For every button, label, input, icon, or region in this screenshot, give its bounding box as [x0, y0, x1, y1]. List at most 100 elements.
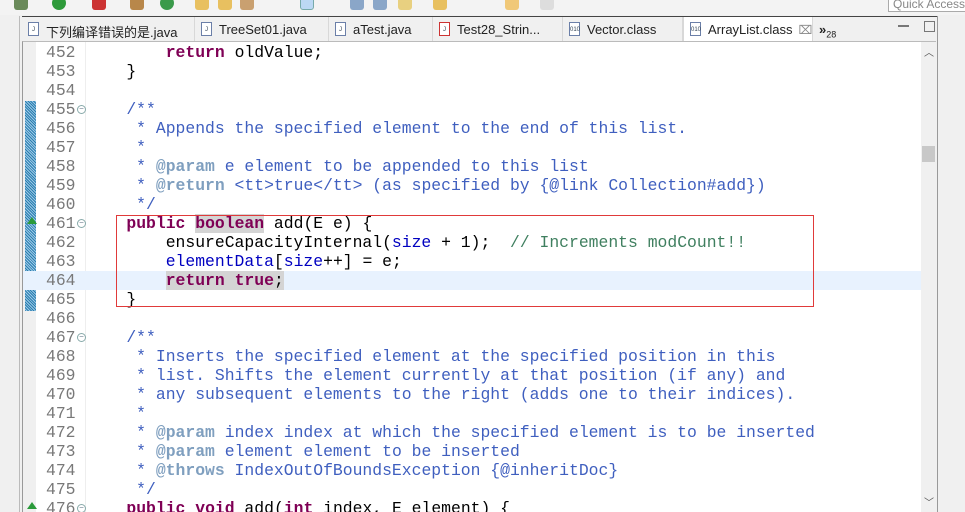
maximize-icon[interactable]: [924, 21, 935, 32]
quick-access-input[interactable]: Quick Access: [888, 0, 965, 12]
tab-atest-java[interactable]: JaTest.java: [329, 17, 433, 42]
code-text: }: [87, 62, 136, 81]
code-token: e element to be appended to this list: [214, 157, 589, 176]
code-text: return oldValue;: [87, 43, 323, 62]
forward-icon[interactable]: [540, 0, 554, 10]
code-line[interactable]: 474 * @throws IndexOutOfBoundsException …: [23, 461, 921, 480]
code-token: index, E element) {: [313, 499, 511, 512]
code-text: * @return <tt>true</tt> (as specified by…: [87, 176, 766, 195]
code-line[interactable]: 454: [23, 81, 921, 100]
line-number: 456: [46, 119, 76, 138]
new-class-icon[interactable]: [160, 0, 174, 10]
code-line[interactable]: 467− /**: [23, 328, 921, 347]
code-token: *: [87, 157, 156, 176]
code-line[interactable]: 466: [23, 309, 921, 328]
minimize-icon[interactable]: [898, 25, 909, 27]
tab-treeset01-java[interactable]: J TreeSet01.java: [195, 17, 329, 42]
override-marker-icon: [27, 217, 37, 224]
tab-label: 下列编译错误的是.java: [46, 25, 178, 40]
line-number: 464: [46, 271, 76, 290]
code-text: * any subsequent elements to the right (…: [87, 385, 795, 404]
code-line[interactable]: 459 * @return <tt>true</tt> (as specifie…: [23, 176, 921, 195]
code-token: * list. Shifts the element currently at …: [87, 366, 786, 385]
code-token: * Appends the specified element to the e…: [87, 119, 687, 138]
tab-label: Vector.class: [587, 22, 657, 37]
scroll-up-icon[interactable]: ︿: [924, 44, 934, 59]
fold-toggle-icon[interactable]: −: [77, 219, 86, 228]
code-line[interactable]: 458 * @param e element to be appended to…: [23, 157, 921, 176]
code-token: @param: [155, 423, 215, 442]
code-text: /**: [87, 328, 156, 347]
line-number: 475: [46, 480, 76, 499]
code-line[interactable]: 469 * list. Shifts the element currently…: [23, 366, 921, 385]
tab-xialie-java[interactable]: J 下列编译错误的是.java: [22, 17, 195, 42]
code-editor[interactable]: 452 return oldValue; 453 } 454 455− /** 456 …: [22, 41, 936, 512]
code-token: @return: [155, 176, 225, 195]
run-icon[interactable]: [52, 0, 66, 10]
back-icon[interactable]: [505, 0, 519, 10]
java-file-icon: J: [335, 22, 346, 36]
scroll-down-icon[interactable]: ﹀: [924, 494, 934, 509]
new-package-icon[interactable]: [130, 0, 144, 10]
code-line[interactable]: 453 }: [23, 62, 921, 81]
code-token: *: [87, 461, 156, 480]
code-line[interactable]: 455− /**: [23, 100, 921, 119]
line-number: 463: [46, 252, 76, 271]
show-whitespace-icon[interactable]: [350, 0, 364, 10]
code-token: public: [126, 499, 186, 512]
tab-label: ArrayList.class: [708, 22, 793, 37]
code-line[interactable]: 470 * any subsequent elements to the rig…: [23, 385, 921, 404]
close-tab-icon[interactable]: ⌧: [799, 23, 813, 37]
next-annotation-icon[interactable]: [433, 0, 447, 10]
code-token: return: [165, 43, 225, 62]
line-number: 458: [46, 157, 76, 176]
code-token: *: [87, 423, 156, 442]
java-file-icon: J: [28, 22, 39, 36]
code-text: *: [87, 138, 146, 157]
block-selection-icon[interactable]: [373, 0, 387, 10]
open-resource-icon[interactable]: [218, 0, 232, 10]
scrollbar-thumb[interactable]: [922, 146, 935, 162]
line-number: 473: [46, 442, 76, 461]
fold-toggle-icon[interactable]: −: [77, 504, 86, 512]
mark-occurrences-icon[interactable]: [300, 0, 314, 10]
code-text: * @param element element to be inserted: [87, 442, 520, 461]
code-token: }: [87, 62, 137, 81]
code-line[interactable]: 472 * @param index index at which the sp…: [23, 423, 921, 442]
open-type-icon[interactable]: [195, 0, 209, 10]
search-icon[interactable]: [240, 0, 254, 10]
code-text: * list. Shifts the element currently at …: [87, 366, 785, 385]
line-number: 460: [46, 195, 76, 214]
code-token: add(: [234, 499, 284, 512]
fold-toggle-icon[interactable]: −: [77, 333, 86, 342]
left-panel-collapsed: [0, 16, 20, 512]
tab-vector-class[interactable]: 010 Vector.class: [563, 17, 683, 42]
fold-toggle-icon[interactable]: −: [77, 105, 86, 114]
code-line[interactable]: 475 */: [23, 480, 921, 499]
line-number: 457: [46, 138, 76, 157]
code-text: /**: [87, 100, 156, 119]
code-line[interactable]: 452 return oldValue;: [23, 43, 921, 62]
code-text: * Appends the specified element to the e…: [87, 119, 687, 138]
code-token: element element to be inserted: [214, 442, 520, 461]
code-line[interactable]: 476− public void add(int index, E elemen…: [23, 499, 921, 512]
code-line[interactable]: 473 * @param element element to be inser…: [23, 442, 921, 461]
code-line[interactable]: 457 *: [23, 138, 921, 157]
line-number: 471: [46, 404, 76, 423]
external-tools-icon[interactable]: [92, 0, 106, 10]
code-line[interactable]: 471 *: [23, 404, 921, 423]
annotation-icon[interactable]: [398, 0, 412, 10]
code-token: index index at which the specified eleme…: [214, 423, 815, 442]
tab-test28-java[interactable]: J Test28_Strin...: [433, 17, 563, 42]
debug-icon[interactable]: [14, 0, 28, 10]
vertical-scrollbar[interactable]: ︿ ﹀: [921, 42, 936, 512]
tab-overflow-button[interactable]: »28: [817, 17, 847, 42]
class-file-icon: 010: [690, 22, 701, 36]
code-line[interactable]: 460 */: [23, 195, 921, 214]
code-text: *: [87, 404, 146, 423]
line-number: 454: [46, 81, 76, 100]
tab-arraylist-class[interactable]: 010 ArrayList.class ⌧: [683, 17, 813, 42]
code-line[interactable]: 468 * Inserts the specified element at t…: [23, 347, 921, 366]
code-line[interactable]: 456 * Appends the specified element to t…: [23, 119, 921, 138]
